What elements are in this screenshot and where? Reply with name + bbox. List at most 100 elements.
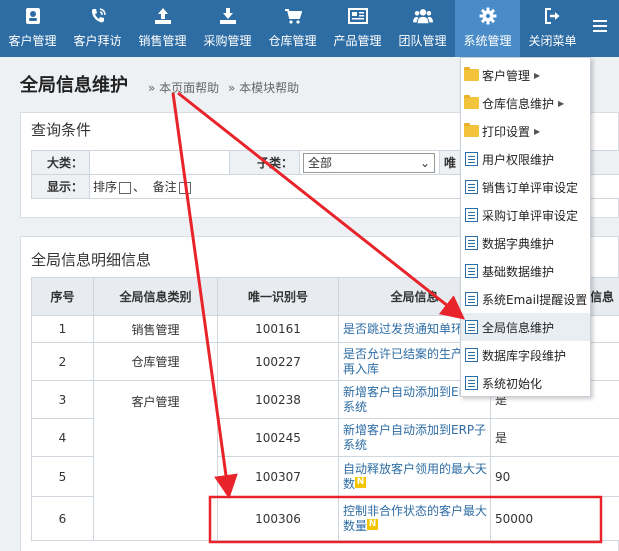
submenu-arrow-icon: ▶ (534, 70, 541, 80)
cell-seq: 5 (31, 456, 94, 497)
cell-seq: 2 (31, 342, 94, 381)
nav-label: 仓库管理 (268, 34, 317, 48)
nav-product-management[interactable]: 产品管理 (325, 0, 390, 57)
title-text-line2: 系统 (343, 437, 368, 452)
document-icon (465, 376, 478, 390)
title-text-line2: 数 (343, 476, 356, 491)
sort-checkbox[interactable] (119, 181, 132, 194)
menu-item-db-fields[interactable]: 数据库字段维护 (461, 341, 590, 369)
cell-title-link[interactable]: 新增客户自动添加到ERP子 系统 (338, 418, 491, 457)
col-header-unique-id[interactable]: 唯一识别号 (217, 277, 339, 316)
menu-item-user-permissions[interactable]: 用户权限维护 (461, 145, 590, 173)
system-management-dropdown: 客户管理 ▶ 仓库信息维护 ▶ 打印设置 ▶ 用户权限维护 销售订单评审设定 采… (460, 57, 591, 397)
cell-category: 客户管理 (93, 380, 218, 541)
subcategory-select[interactable]: 全部 ⌄ (303, 153, 435, 173)
menu-item-print-settings[interactable]: 打印设置 ▶ (461, 117, 590, 145)
nav-system-management[interactable]: 系统管理 (455, 0, 520, 57)
nav-customer-management[interactable]: 客户管理 (0, 0, 65, 57)
cell-unique-id: 100306 (217, 496, 339, 541)
nav-label: 采购管理 (203, 34, 252, 48)
new-badge-icon: N (355, 476, 367, 488)
menu-item-global-info[interactable]: 全局信息维护 (461, 313, 590, 341)
subcategory-cell: 全部 ⌄ (299, 150, 440, 175)
nav-customer-visit[interactable]: 客户拜访 (65, 0, 130, 57)
upload-icon (153, 6, 173, 26)
menu-item-label: 打印设置 (482, 124, 531, 139)
menu-item-system-init[interactable]: 系统初始化 (461, 369, 590, 397)
cell-seq: 6 (31, 496, 94, 541)
nav-label: 客户拜访 (73, 34, 122, 48)
title-text: 是否允许已结案的生产 (343, 346, 464, 361)
title-text-line2: 系统 (343, 399, 368, 414)
cell-unique-id: 100161 (217, 315, 339, 343)
contact-card-icon (23, 6, 43, 26)
subcategory-label: 子类： (229, 150, 300, 175)
sort-label: 排序 (93, 180, 118, 194)
nav-team-management[interactable]: 团队管理 (390, 0, 455, 57)
document-icon (465, 208, 478, 222)
menu-item-email-reminder[interactable]: 系统Email提醒设置 (461, 285, 590, 313)
team-icon (412, 6, 433, 26)
cell-title-link[interactable]: 控制非合作状态的客户最大 数量 N (338, 496, 491, 541)
menu-item-warehouse-info[interactable]: 仓库信息维护 ▶ (461, 89, 590, 117)
cell-seq: 3 (31, 380, 94, 419)
nav-label: 关闭菜单 (528, 34, 577, 48)
module-help-link[interactable]: » 本模块帮助 (228, 79, 299, 96)
cell-title-link[interactable]: 自动释放客户领用的最大天数 N (338, 456, 491, 497)
nav-more-toggle[interactable] (585, 0, 615, 57)
gear-icon (478, 6, 498, 26)
menu-item-customer-management[interactable]: 客户管理 ▶ (461, 61, 590, 89)
title-text-line2: 再入库 (343, 361, 380, 376)
menu-item-label: 销售订单评审设定 (482, 180, 579, 195)
document-icon (465, 348, 478, 362)
category-select-cell[interactable] (89, 150, 230, 175)
menu-item-base-data[interactable]: 基础数据维护 (461, 257, 590, 285)
download-icon (218, 6, 238, 26)
title-text-line2: 数量 (343, 518, 368, 533)
menu-item-purchase-review[interactable]: 采购订单评审设定 (461, 201, 590, 229)
nav-warehouse-management[interactable]: 仓库管理 (260, 0, 325, 57)
menu-item-label: 全局信息维护 (482, 320, 555, 335)
nav-label: 系统管理 (463, 34, 512, 48)
nav-label: 产品管理 (333, 34, 382, 48)
cell-seq: 1 (31, 315, 94, 343)
menu-toggle-icon (590, 16, 610, 36)
nav-sales-management[interactable]: 销售管理 (130, 0, 195, 57)
cart-icon (283, 6, 303, 26)
menu-item-label: 客户管理 (482, 68, 531, 83)
newspaper-icon (347, 6, 368, 26)
chevron-down-icon: ⌄ (419, 156, 430, 170)
menu-item-label: 基础数据维护 (482, 264, 555, 279)
exit-icon (543, 6, 563, 26)
title-text: 新增客户自动添加到ER (343, 384, 467, 399)
page-title: 全局信息维护 (20, 75, 128, 96)
cell-category: 销售管理 (93, 315, 218, 343)
new-badge-icon: N (367, 518, 379, 530)
menu-item-label: 系统Email提醒设置 (482, 292, 588, 307)
submenu-arrow-icon: ▶ (534, 126, 541, 136)
col-header-category[interactable]: 全局信息类别 (93, 277, 218, 316)
nav-close-menu[interactable]: 关闭菜单 (520, 0, 585, 57)
nav-purchase-management[interactable]: 采购管理 (195, 0, 260, 57)
nav-label: 团队管理 (398, 34, 447, 48)
menu-item-label: 数据库字段维护 (482, 348, 567, 363)
top-navigation-bar: 客户管理 客户拜访 销售管理 采购管理 仓库管理 产品管理 团队管理 系统管理 … (0, 0, 619, 57)
title-text: 控制非合作状态的客户最大 (343, 503, 488, 518)
cell-unique-id: 100227 (217, 342, 339, 381)
cell-category: 仓库管理 (93, 342, 218, 381)
cell-unique-id: 100245 (217, 418, 339, 457)
col-header-seq[interactable]: 序号 (31, 277, 94, 316)
folder-icon (464, 123, 479, 137)
page-help-link[interactable]: » 本页面帮助 (148, 79, 219, 96)
nav-label: 销售管理 (138, 34, 187, 48)
cell-value: 90 (490, 456, 619, 497)
menu-item-sales-review[interactable]: 销售订单评审设定 (461, 173, 590, 201)
menu-item-label: 采购订单评审设定 (482, 208, 579, 223)
remark-checkbox[interactable] (178, 181, 191, 194)
document-icon (465, 236, 478, 250)
folder-icon (464, 95, 479, 109)
document-icon (465, 320, 478, 334)
menu-item-data-dictionary[interactable]: 数据字典维护 (461, 229, 590, 257)
document-icon (465, 152, 478, 166)
cell-unique-id: 100238 (217, 380, 339, 419)
